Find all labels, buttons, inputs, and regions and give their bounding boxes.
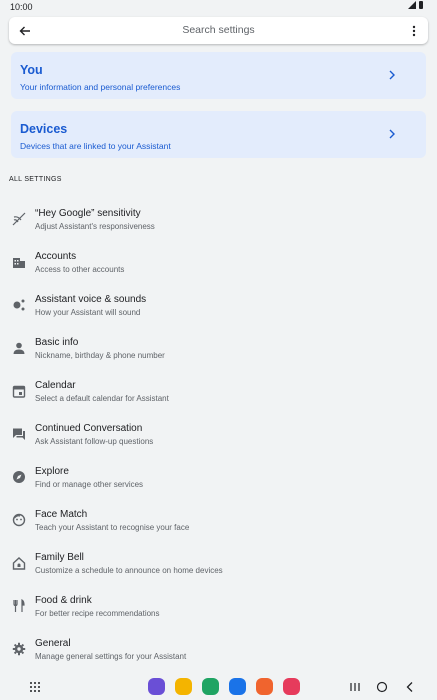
card-you[interactable]: You Your information and personal prefer… bbox=[11, 52, 426, 99]
battery-icon bbox=[419, 1, 423, 9]
setting-title: Explore bbox=[35, 466, 69, 477]
home-bell-icon bbox=[12, 557, 26, 570]
camera-app-icon[interactable] bbox=[283, 678, 300, 695]
face-icon bbox=[12, 513, 26, 527]
setting-accounts[interactable]: Accounts Access to other accounts bbox=[0, 243, 437, 286]
setting-subtitle: Customize a schedule to announce on home… bbox=[35, 566, 223, 575]
setting-assistant-voice[interactable]: Assistant voice & sounds How your Assist… bbox=[0, 286, 437, 329]
chevron-right-icon bbox=[389, 70, 395, 80]
setting-subtitle: Manage general settings for your Assista… bbox=[35, 652, 187, 661]
setting-title: Food & drink bbox=[35, 595, 92, 606]
card-subtitle: Devices that are linked to your Assistan… bbox=[20, 141, 171, 151]
compass-icon bbox=[13, 471, 25, 483]
person-icon bbox=[13, 342, 25, 354]
setting-hey-google-sensitivity[interactable]: “Hey Google” sensitivity Adjust Assistan… bbox=[0, 200, 437, 243]
chevron-right-icon bbox=[389, 129, 395, 139]
setting-face-match[interactable]: Face Match Teach your Assistant to recog… bbox=[0, 501, 437, 544]
navigation-bar bbox=[0, 673, 437, 700]
accounts-icon bbox=[13, 258, 25, 268]
files-app-icon[interactable] bbox=[175, 678, 192, 695]
card-subtitle: Your information and personal preference… bbox=[20, 82, 181, 92]
gear-icon bbox=[12, 642, 26, 656]
setting-title: “Hey Google” sensitivity bbox=[35, 208, 141, 219]
phone-app-icon[interactable] bbox=[202, 678, 219, 695]
card-title: You bbox=[20, 63, 43, 77]
setting-title: Basic info bbox=[35, 337, 79, 348]
section-header: ALL SETTINGS bbox=[9, 176, 62, 183]
setting-general[interactable]: General Manage general settings for your… bbox=[0, 630, 437, 673]
signal-icon bbox=[408, 1, 416, 9]
setting-title: Face Match bbox=[35, 509, 88, 520]
card-devices[interactable]: Devices Devices that are linked to your … bbox=[11, 111, 426, 158]
setting-subtitle: Teach your Assistant to recognise your f… bbox=[35, 523, 190, 532]
setting-continued-conversation[interactable]: Continued Conversation Ask Assistant fol… bbox=[0, 415, 437, 458]
card-title: Devices bbox=[20, 122, 68, 136]
setting-subtitle: Ask Assistant follow-up questions bbox=[35, 437, 154, 446]
setting-basic-info[interactable]: Basic info Nickname, birthday & phone nu… bbox=[0, 329, 437, 372]
setting-subtitle: Nickname, birthday & phone number bbox=[35, 351, 165, 360]
setting-subtitle: Select a default calendar for Assistant bbox=[35, 394, 169, 403]
setting-title: General bbox=[35, 638, 71, 649]
home-icon[interactable] bbox=[376, 681, 388, 693]
search-input[interactable]: Search settings bbox=[9, 24, 428, 36]
search-bar[interactable]: Search settings bbox=[9, 17, 428, 44]
app-drawer-icon[interactable] bbox=[29, 681, 41, 693]
setting-title: Calendar bbox=[35, 380, 76, 391]
setting-calendar[interactable]: Calendar Select a default calendar for A… bbox=[0, 372, 437, 415]
setting-family-bell[interactable]: Family Bell Customize a schedule to anno… bbox=[0, 544, 437, 587]
app-dock bbox=[148, 678, 300, 695]
setting-subtitle: How your Assistant will sound bbox=[35, 308, 141, 317]
more-options-icon[interactable] bbox=[408, 23, 420, 39]
conversation-icon bbox=[13, 428, 25, 440]
setting-subtitle: Find or manage other services bbox=[35, 480, 144, 489]
setting-title: Assistant voice & sounds bbox=[35, 294, 147, 305]
setting-subtitle: Adjust Assistant's responsiveness bbox=[35, 222, 155, 231]
status-time: 10:00 bbox=[10, 2, 33, 12]
cutlery-icon bbox=[13, 599, 25, 612]
bixby-app-icon[interactable] bbox=[148, 678, 165, 695]
setting-explore[interactable]: Explore Find or manage other services bbox=[0, 458, 437, 501]
voice-sensitivity-icon bbox=[12, 212, 26, 226]
setting-title: Accounts bbox=[35, 251, 77, 262]
status-bar: 10:00 bbox=[0, 0, 437, 14]
recents-icon[interactable] bbox=[349, 681, 361, 693]
voice-sounds-icon bbox=[13, 299, 25, 311]
back-icon[interactable] bbox=[404, 681, 416, 693]
calendar-icon bbox=[12, 385, 26, 398]
messages-app-icon[interactable] bbox=[229, 678, 246, 695]
setting-title: Continued Conversation bbox=[35, 423, 143, 434]
setting-subtitle: For better recipe recommendations bbox=[35, 609, 160, 618]
setting-title: Family Bell bbox=[35, 552, 84, 563]
setting-subtitle: Access to other accounts bbox=[35, 265, 125, 274]
contacts-app-icon[interactable] bbox=[256, 678, 273, 695]
status-icons bbox=[408, 1, 423, 9]
setting-food-drink[interactable]: Food & drink For better recipe recommend… bbox=[0, 587, 437, 630]
